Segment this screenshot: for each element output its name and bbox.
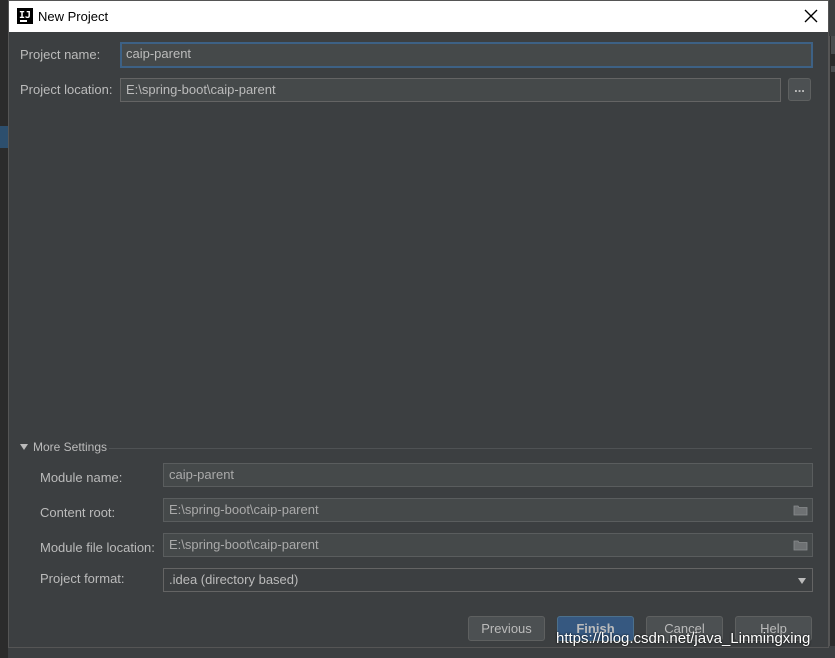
background-ide-right-edge [829, 36, 835, 646]
project-format-value: .idea (directory based) [169, 572, 299, 587]
collapse-triangle-icon [20, 444, 28, 450]
watermark: https://blog.csdn.net/java_Linmingxing [556, 630, 811, 647]
folder-icon[interactable] [793, 504, 808, 516]
project-location-label: Project location: [20, 82, 113, 97]
module-file-location-value: E:\spring-boot\caip-parent [169, 537, 319, 552]
chevron-down-icon [798, 578, 806, 584]
content-root-input[interactable]: E:\spring-boot\caip-parent [163, 498, 813, 522]
module-name-label: Module name: [40, 470, 123, 485]
module-file-location-input[interactable]: E:\spring-boot\caip-parent [163, 533, 813, 557]
close-button[interactable] [802, 7, 820, 25]
project-name-input[interactable]: caip-parent [120, 42, 813, 68]
project-format-select[interactable]: .idea (directory based) [163, 568, 813, 592]
title-bar: IJ New Project [9, 1, 828, 32]
browse-location-button[interactable]: ... [788, 78, 811, 101]
folder-icon[interactable] [793, 539, 808, 551]
content-root-label: Content root: [40, 505, 116, 520]
project-name-label: Project name: [20, 47, 101, 62]
background-ide-left-edge [0, 0, 8, 658]
background-scroll-mark [831, 66, 835, 72]
previous-button[interactable]: Previous [468, 616, 545, 641]
background-selection [0, 126, 8, 148]
intellij-icon: IJ [17, 8, 33, 24]
module-file-location-label: Module file location: [40, 540, 155, 555]
close-icon [804, 9, 818, 23]
content-root-value: E:\spring-boot\caip-parent [169, 502, 319, 517]
more-settings-toggle[interactable]: More Settings [20, 440, 812, 456]
new-project-dialog: IJ New Project Project name: caip-parent… [8, 0, 829, 648]
module-name-input[interactable]: caip-parent [163, 463, 813, 487]
background-scroll-thumb [831, 36, 835, 54]
dialog-title: New Project [38, 9, 109, 24]
more-settings-header: More Settings [33, 440, 108, 454]
project-location-input[interactable]: E:\spring-boot\caip-parent [120, 78, 781, 102]
separator [109, 448, 812, 449]
project-format-label: Project format: [40, 571, 125, 586]
